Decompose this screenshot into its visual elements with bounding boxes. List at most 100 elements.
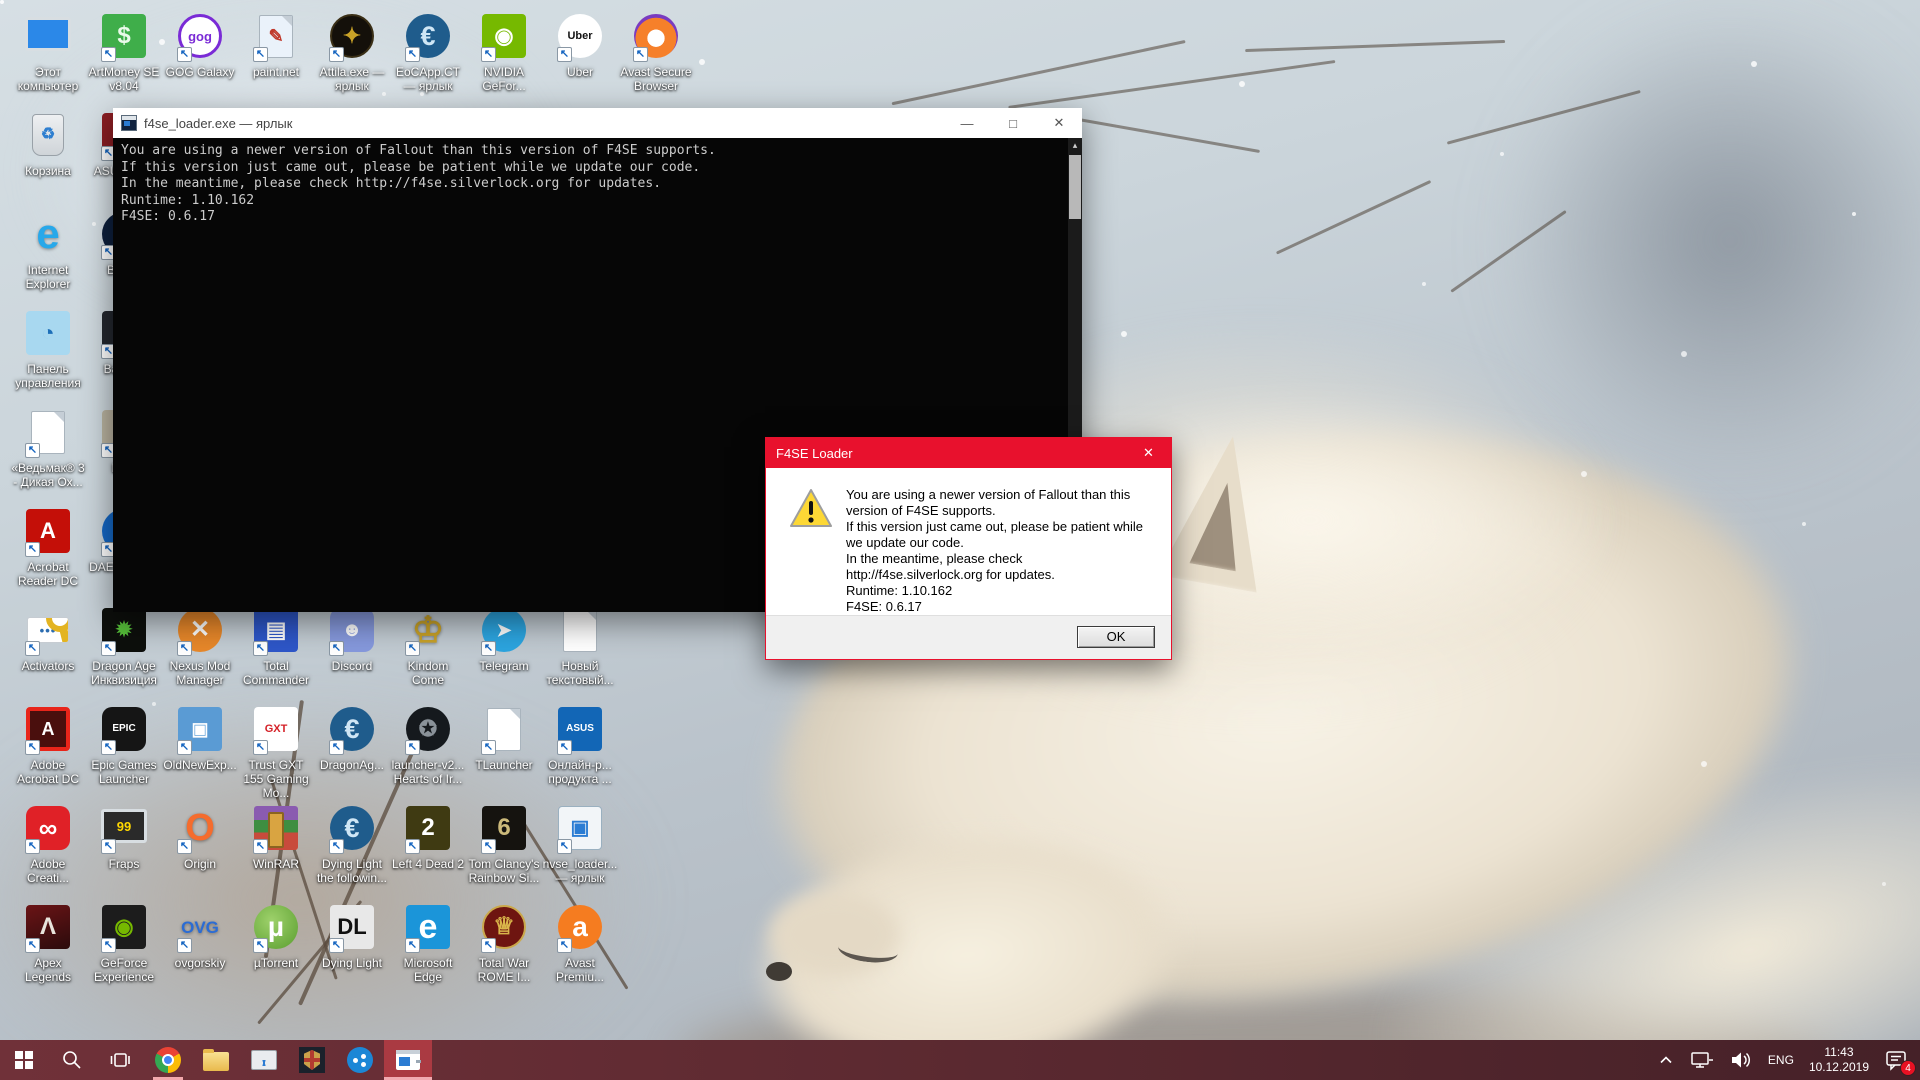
shortcut-arrow-icon: ↖	[329, 47, 344, 62]
desktop-icon-control-panel[interactable]: ◔Панель управления	[10, 309, 86, 390]
desktop-icon-cheat-engine-dying-light[interactable]: €↖Dying Light the followin...	[314, 804, 390, 885]
desktop-icon-apex-legends[interactable]: Λ↖Apex Legends	[10, 903, 86, 984]
console-title-bar[interactable]: f4se_loader.exe — ярлык — □ ✕	[113, 108, 1082, 138]
task-view-button[interactable]	[96, 1040, 144, 1080]
desktop-icon-label: DragonAg...	[314, 758, 390, 772]
close-button[interactable]: ✕	[1036, 108, 1082, 138]
desktop-icon-nvse-loader[interactable]: ▣↖nvse_loader... — ярлык	[542, 804, 618, 885]
desktop-icon-paint-net[interactable]: ✎↖paint.net	[238, 12, 314, 79]
desktop-icon-internet-explorer[interactable]: eInternet Explorer	[10, 210, 86, 291]
desktop-icon-label: µTorrent	[238, 956, 314, 970]
action-center-button[interactable]: 4	[1884, 1049, 1908, 1071]
desktop-icon-witcher3-shortcut[interactable]: ↖«Ведьмак® 3 - Дикая Ох...	[10, 408, 86, 489]
start-button[interactable]	[0, 1040, 48, 1080]
desktop-icon-ovgorskiy[interactable]: OVG↖ovgorskiy	[162, 903, 238, 970]
ok-button[interactable]: OK	[1077, 626, 1155, 648]
desktop-icon-adobe-acrobat-dc[interactable]: A↖Adobe Acrobat DC	[10, 705, 86, 786]
dialog-close-button[interactable]: ✕	[1126, 438, 1171, 468]
desktop-icon-label: WinRAR	[238, 857, 314, 871]
desktop-icon-label: ArtMoney SE v8.04	[86, 65, 162, 93]
shortcut-arrow-icon: ↖	[405, 839, 420, 854]
console-line: In the meantime, please check http://f4s…	[121, 176, 1074, 193]
desktop-icon-gog-galaxy[interactable]: gog↖GOG Galaxy	[162, 12, 238, 79]
desktop-icon-uber[interactable]: Uber↖Uber	[542, 12, 618, 79]
shortcut-arrow-icon: ↖	[101, 839, 116, 854]
scrollbar-thumb[interactable]	[1069, 155, 1081, 219]
desktop-icon-total-commander[interactable]: ▤↖Total Commander	[238, 606, 314, 687]
dialog-footer: OK	[766, 615, 1171, 659]
desktop-icon-label: Dragon Age Инквизиция	[86, 659, 162, 687]
clock[interactable]: 11:43 10.12.2019	[1809, 1045, 1869, 1075]
desktop-icon-acrobat-reader-dc[interactable]: A↖Acrobat Reader DC	[10, 507, 86, 588]
desktop-icon-attila[interactable]: ✦↖Attila.exe — ярлык	[314, 12, 390, 93]
desktop-icon-kingdom-come[interactable]: ♔↖Kindom Come	[390, 606, 466, 687]
shortcut-arrow-icon: ↖	[633, 47, 648, 62]
shortcut-arrow-icon: ↖	[177, 47, 192, 62]
taskbar-app-chrome[interactable]	[144, 1040, 192, 1080]
desktop-icon-this-pc[interactable]: Этот компьютер	[10, 12, 86, 93]
desktop-icon-rainbow-six[interactable]: 6↖Tom Clancy's Rainbow Si...	[466, 804, 542, 885]
desktop-icon-avast-premium[interactable]: a↖Avast Premiu...	[542, 903, 618, 984]
shortcut-arrow-icon: ↖	[405, 740, 420, 755]
desktop-icon-trust-gxt[interactable]: GXT↖Trust GXT 155 Gaming Mo...	[238, 705, 314, 800]
desktop-icon-left-4-dead-2[interactable]: 2↖Left 4 Dead 2	[390, 804, 466, 871]
taskbar-app-crusader-game[interactable]	[288, 1040, 336, 1080]
desktop-icon-discord[interactable]: ☻↖Discord	[314, 606, 390, 673]
desktop-icon-label: Новый текстовый...	[542, 659, 618, 687]
taskbar-app-file-explorer[interactable]	[192, 1040, 240, 1080]
desktop-icon-avast-secure-browser[interactable]: ↖Avast Secure Browser	[618, 12, 694, 93]
desktop-icon-fraps[interactable]: 99↖Fraps	[86, 804, 162, 871]
desktop-icon-label: Панель управления	[10, 362, 86, 390]
desktop-icon-nexus-mod-manager[interactable]: ✕↖Nexus Mod Manager	[162, 606, 238, 687]
network-icon[interactable]	[1690, 1050, 1714, 1070]
desktop-icon-dying-light[interactable]: DL↖Dying Light	[314, 903, 390, 970]
shortcut-arrow-icon: ↖	[25, 839, 40, 854]
language-indicator[interactable]: ENG	[1768, 1053, 1794, 1067]
desktop-icon-recycle-bin[interactable]: ♻Корзина	[10, 111, 86, 178]
shortcut-arrow-icon: ↖	[481, 641, 496, 656]
taskbar-app-console-active[interactable]	[384, 1040, 432, 1080]
shortcut-arrow-icon: ↖	[253, 641, 268, 656]
shortcut-arrow-icon: ↖	[253, 47, 268, 62]
desktop-icon-asus-online[interactable]: ASUS↖Онлайн-р... продукта ...	[542, 705, 618, 786]
taskbar-app-blue-dots[interactable]	[336, 1040, 384, 1080]
desktop-icon-new-text-document[interactable]: Новый текстовый...	[542, 606, 618, 687]
desktop-icon-label: Adobe Creati...	[10, 857, 86, 885]
taskbar-app-performance-monitor[interactable]	[240, 1040, 288, 1080]
desktop-icon-artmoney-se[interactable]: $↖ArtMoney SE v8.04	[86, 12, 162, 93]
desktop-icon-oldnewexplorer[interactable]: ▣↖OldNewExp...	[162, 705, 238, 772]
desktop-icon-label: Nexus Mod Manager	[162, 659, 238, 687]
scroll-up-icon[interactable]: ▴	[1068, 138, 1082, 153]
search-button[interactable]	[48, 1040, 96, 1080]
desktop-icon-epic-games-launcher[interactable]: EPIC↖Epic Games Launcher	[86, 705, 162, 786]
this-pc-icon	[25, 17, 71, 51]
recycle-bin-icon: ♻	[32, 114, 64, 156]
maximize-button[interactable]: □	[990, 108, 1036, 138]
desktop-icon-activators[interactable]: •••↖Activators	[10, 606, 86, 673]
desktop-icon-origin[interactable]: O↖Origin	[162, 804, 238, 871]
volume-icon[interactable]	[1729, 1050, 1753, 1070]
shortcut-arrow-icon: ↖	[177, 938, 192, 953]
desktop-icon-geforce-experience[interactable]: ◉↖GeForce Experience	[86, 903, 162, 984]
desktop-icon-dragon-age-inquisition[interactable]: ✹↖Dragon Age Инквизиция	[86, 606, 162, 687]
desktop-icon-microsoft-edge[interactable]: e↖Microsoft Edge	[390, 903, 466, 984]
shortcut-arrow-icon: ↖	[329, 641, 344, 656]
minimize-button[interactable]: —	[944, 108, 990, 138]
desktop-icon-hearts-of-iron-launcher[interactable]: ✪↖launcher-v2... Hearts of Ir...	[390, 705, 466, 786]
desktop-icon-label: Онлайн-р... продукта ...	[542, 758, 618, 786]
desktop-icon-cheat-engine-eocapp[interactable]: €↖EoCApp.CT — ярлык	[390, 12, 466, 93]
chevron-up-icon[interactable]	[1657, 1051, 1675, 1069]
desktop-icon-telegram[interactable]: ➤↖Telegram	[466, 606, 542, 673]
desktop-icon-winrar[interactable]: ↖WinRAR	[238, 804, 314, 871]
desktop-icon-cheat-engine-dragonage[interactable]: €↖DragonAg...	[314, 705, 390, 772]
desktop-icon-label: Dying Light	[314, 956, 390, 970]
desktop-icon-nvidia-geforce[interactable]: ◉↖NVIDIA GeFor...	[466, 12, 542, 93]
dialog-title-bar[interactable]: F4SE Loader ✕	[766, 438, 1171, 468]
desktop-icon-adobe-creative-cloud[interactable]: ∞↖Adobe Creati...	[10, 804, 86, 885]
shortcut-arrow-icon: ↖	[557, 47, 572, 62]
desktop-icon-total-war-rome[interactable]: ♕↖Total War ROME I...	[466, 903, 542, 984]
desktop: Этот компьютер$↖ArtMoney SE v8.04gog↖GOG…	[0, 0, 1920, 1080]
desktop-icon-utorrent[interactable]: µ↖µTorrent	[238, 903, 314, 970]
desktop-icon-tlauncher[interactable]: ↖TLauncher	[466, 705, 542, 772]
search-icon	[61, 1049, 83, 1071]
